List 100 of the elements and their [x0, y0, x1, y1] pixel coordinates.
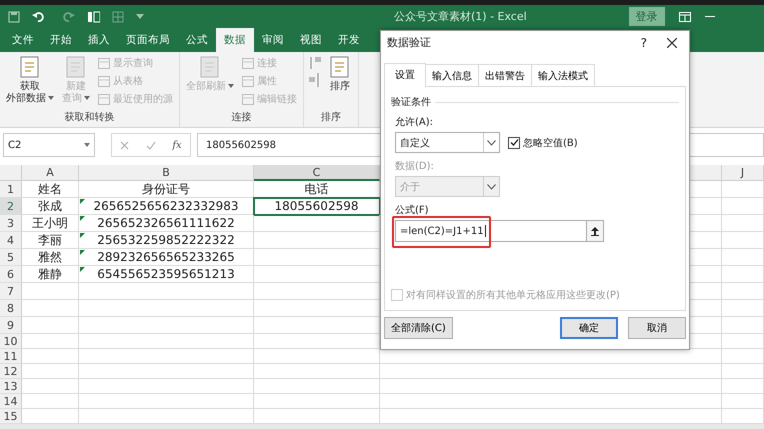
- table-cell[interactable]: 王小明: [22, 215, 79, 232]
- insert-function-button[interactable]: fx: [172, 140, 182, 150]
- sort-icon[interactable]: [308, 55, 322, 89]
- table-cell[interactable]: [79, 300, 254, 317]
- formula-input[interactable]: =len(C2)=J1+11: [395, 220, 587, 242]
- table-cell[interactable]: [722, 300, 764, 317]
- row-header[interactable]: 9: [0, 317, 22, 334]
- column-header[interactable]: C: [254, 165, 380, 181]
- chevron-down-icon[interactable]: [487, 140, 496, 146]
- caret-icon[interactable]: [84, 143, 90, 147]
- ribbon-tab[interactable]: 审阅: [254, 28, 292, 52]
- checkbox[interactable]: [508, 136, 520, 148]
- table-cell[interactable]: 身份证号: [79, 181, 254, 198]
- table-cell[interactable]: [79, 379, 254, 394]
- table-cell[interactable]: 289232656565233265: [79, 249, 254, 266]
- row-header[interactable]: 3: [0, 215, 22, 232]
- column-header[interactable]: A: [22, 165, 79, 181]
- table-cell[interactable]: 265652326561111622: [79, 215, 254, 232]
- dropdown-icon[interactable]: [136, 14, 144, 20]
- table-cell[interactable]: [722, 394, 764, 409]
- table-cell[interactable]: [380, 364, 722, 379]
- ribbon-display-icon[interactable]: [678, 12, 691, 22]
- grid-icon[interactable]: [112, 10, 124, 22]
- table-cell[interactable]: [22, 300, 79, 317]
- table-cell[interactable]: [22, 283, 79, 300]
- table-cell[interactable]: 李丽: [22, 232, 79, 249]
- column-header[interactable]: J: [722, 165, 764, 181]
- row-header[interactable]: 8: [0, 300, 22, 317]
- allow-dropdown[interactable]: 自定义: [395, 132, 500, 153]
- login-button[interactable]: 登录: [628, 7, 665, 26]
- table-cell[interactable]: [722, 364, 764, 379]
- table-cell[interactable]: [79, 394, 254, 409]
- collapse-button[interactable]: [587, 220, 604, 242]
- table-cell[interactable]: [22, 364, 79, 379]
- table-cell[interactable]: [254, 379, 380, 394]
- table-cell[interactable]: [722, 215, 764, 232]
- table-cell[interactable]: [722, 317, 764, 334]
- ribbon-tab[interactable]: 数据: [216, 28, 254, 52]
- ribbon-button[interactable]: 获取 外部数据: [4, 55, 56, 110]
- table-cell[interactable]: [722, 198, 764, 215]
- table-cell[interactable]: [79, 334, 254, 349]
- table-cell[interactable]: [79, 317, 254, 334]
- name-box[interactable]: C2: [3, 133, 95, 157]
- row-header[interactable]: 13: [0, 379, 22, 394]
- table-cell[interactable]: [722, 283, 764, 300]
- table-cell[interactable]: [254, 364, 380, 379]
- table-cell[interactable]: [380, 379, 722, 394]
- row-header[interactable]: 11: [0, 349, 22, 364]
- ribbon-tab[interactable]: 页面布局: [118, 28, 178, 52]
- row-header[interactable]: 15: [0, 409, 22, 424]
- table-cell[interactable]: [22, 394, 79, 409]
- close-icon[interactable]: [667, 38, 677, 48]
- table-cell[interactable]: 雅静: [22, 266, 79, 283]
- table-cell[interactable]: [722, 379, 764, 394]
- table-icon[interactable]: [88, 10, 100, 22]
- table-cell[interactable]: [22, 334, 79, 349]
- column-header[interactable]: B: [79, 165, 254, 181]
- table-cell[interactable]: [79, 283, 254, 300]
- table-cell[interactable]: 姓名: [22, 181, 79, 198]
- table-cell[interactable]: [722, 349, 764, 364]
- table-cell[interactable]: [722, 266, 764, 283]
- table-cell[interactable]: 张成: [22, 198, 79, 215]
- table-cell[interactable]: [22, 349, 79, 364]
- ribbon-tab[interactable]: 开始: [42, 28, 80, 52]
- row-header[interactable]: 7: [0, 283, 22, 300]
- table-cell[interactable]: [79, 349, 254, 364]
- table-cell[interactable]: [722, 334, 764, 349]
- ribbon-tab[interactable]: 公式: [178, 28, 216, 52]
- row-header[interactable]: 4: [0, 232, 22, 249]
- table-cell[interactable]: [722, 232, 764, 249]
- table-cell[interactable]: [254, 349, 380, 364]
- dialog-button[interactable]: 确定: [560, 317, 618, 339]
- row-header[interactable]: 6: [0, 266, 22, 283]
- cancel-icon[interactable]: [120, 140, 130, 150]
- table-cell[interactable]: [722, 181, 764, 198]
- table-cell[interactable]: 18055602598: [254, 198, 380, 215]
- row-header[interactable]: 12: [0, 364, 22, 379]
- table-cell[interactable]: [79, 364, 254, 379]
- row-header[interactable]: 10: [0, 334, 22, 349]
- table-cell[interactable]: [722, 249, 764, 266]
- check-icon[interactable]: [146, 140, 156, 150]
- dialog-button[interactable]: 取消: [628, 317, 686, 339]
- table-cell[interactable]: 654556523595651213: [79, 266, 254, 283]
- select-all-corner[interactable]: [0, 165, 22, 181]
- table-cell[interactable]: 2656525656232332983: [79, 198, 254, 215]
- table-cell[interactable]: [22, 379, 79, 394]
- ribbon-button[interactable]: 排序: [326, 55, 354, 110]
- dialog-tab[interactable]: 输入法模式: [531, 64, 595, 86]
- dialog-tab[interactable]: 设置: [384, 63, 426, 87]
- row-header[interactable]: 5: [0, 249, 22, 266]
- row-header[interactable]: 2: [0, 198, 22, 215]
- minimize-icon[interactable]: [704, 16, 715, 18]
- table-cell[interactable]: [380, 394, 722, 409]
- row-header[interactable]: 14: [0, 394, 22, 409]
- ribbon-tab[interactable]: 文件: [4, 28, 42, 52]
- table-cell[interactable]: [22, 317, 79, 334]
- table-cell[interactable]: 256532259852222322: [79, 232, 254, 249]
- save-icon[interactable]: [8, 10, 20, 22]
- dialog-button[interactable]: 全部清除(C): [384, 317, 453, 339]
- ignore-blank-checkbox[interactable]: 忽略空值(B): [508, 136, 578, 150]
